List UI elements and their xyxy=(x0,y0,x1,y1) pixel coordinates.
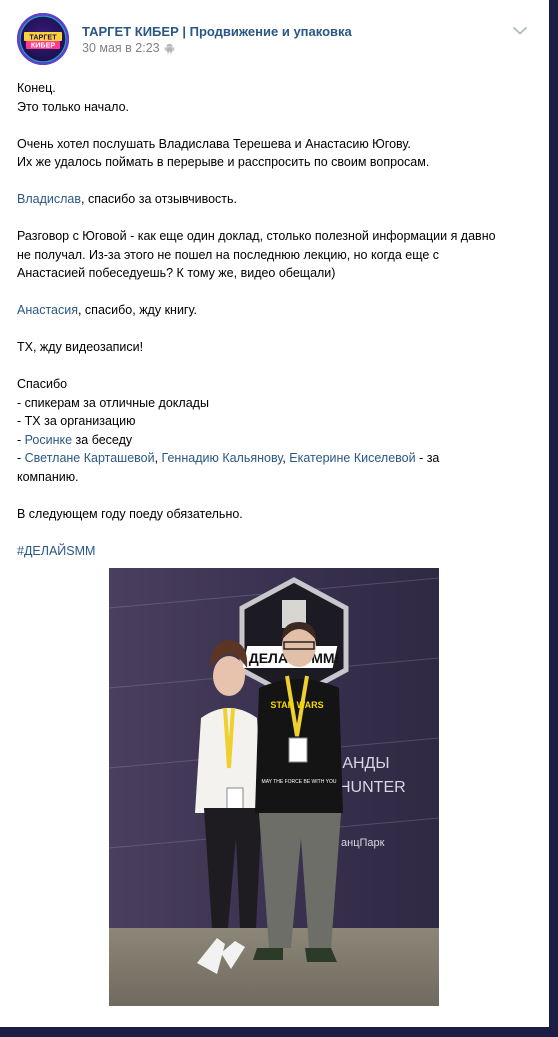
shirt-logo: STAR WARS xyxy=(270,700,323,710)
post-text: Конец. Это только начало. Очень хотел по… xyxy=(17,79,537,560)
post-photo[interactable]: ДЕЛАЙ SMM! МАНДЫ HUNTER анцПарк STAR WAR… xyxy=(109,568,439,1006)
thanks-item: - за xyxy=(415,451,440,465)
wall-text: HUNTER xyxy=(339,779,406,796)
thanks-paragraph: Спасибо - спикерам за отличные доклады -… xyxy=(17,375,537,486)
text-line: Разговор с Юговой - как еще один доклад,… xyxy=(17,229,496,243)
mention-link[interactable]: Екатерине Киселевой xyxy=(289,451,415,465)
paragraph-5: Анастасия, спасибо, жду книгу. xyxy=(17,301,537,320)
chevron-down-icon[interactable] xyxy=(512,25,528,37)
page-frame xyxy=(549,0,558,1037)
paragraph-3: Владислав, спасибо за отзывчивость. xyxy=(17,190,537,209)
thanks-title: Спасибо xyxy=(17,377,68,391)
hashtag-link[interactable]: #ДЕЛАЙSMM xyxy=(17,544,95,558)
thanks-item: за беседу xyxy=(72,432,133,447)
text-line: В следующем году поеду обязательно. xyxy=(17,506,243,521)
paragraph-2: Очень хотел послушать Владислава Терешев… xyxy=(17,135,537,172)
hashtag-paragraph: #ДЕЛАЙSMM xyxy=(17,542,537,561)
thanks-item: компанию. xyxy=(17,469,79,484)
text-line: Это только начало. xyxy=(17,99,129,114)
avatar-line-2: КИБЕР xyxy=(31,41,56,50)
paragraph-8: В следующем году поеду обязательно. xyxy=(17,505,537,524)
community-avatar[interactable]: ТАРГЕТ КИБЕР xyxy=(17,13,69,65)
paragraph-1: Конец. Это только начало. xyxy=(17,79,537,116)
text-line: , спасибо, жду книгу. xyxy=(77,303,197,317)
text-line: не получал. Из-за этого не пошел на посл… xyxy=(17,247,440,262)
android-icon xyxy=(164,43,175,54)
post-date[interactable]: 30 мая в 2:23 xyxy=(82,41,160,55)
mention-link[interactable]: Росинке xyxy=(25,433,72,447)
text-line: , спасибо за отзывчивость. xyxy=(81,192,237,206)
text-line: Анастасией побеседуешь? К тому же, видео… xyxy=(17,266,336,280)
text-line: Конец. xyxy=(17,81,56,95)
post-card: ТАРГЕТ КИБЕР ТАРГЕТ КИБЕР | Продвижение … xyxy=(0,0,549,1027)
paragraph-6: ТХ, жду видеозаписи! xyxy=(17,338,537,357)
thanks-item: - спикерам за отличные доклады xyxy=(17,395,209,410)
thanks-item-prefix: - xyxy=(17,451,25,465)
text-line: ТХ, жду видеозаписи! xyxy=(17,340,144,354)
text-line: Их же удалось поймать в перерыве и рассп… xyxy=(17,155,430,169)
text-line: Очень хотел послушать Владислава Терешев… xyxy=(17,136,411,151)
separator: , xyxy=(154,451,162,465)
thanks-item: - ТХ за организацию xyxy=(17,414,136,428)
mention-link[interactable]: Анастасия xyxy=(17,303,78,317)
wall-text: анцПарк xyxy=(341,837,385,849)
mention-link[interactable]: Владислав xyxy=(17,192,81,206)
shirt-text: MAY THE FORCE BE WITH YOU xyxy=(262,779,337,785)
thanks-item-prefix: - xyxy=(17,432,25,447)
mention-link[interactable]: Геннадию Кальянову xyxy=(162,451,283,465)
paragraph-4: Разговор с Юговой - как еще один доклад,… xyxy=(17,227,537,283)
mention-link[interactable]: Светлане Карташевой xyxy=(25,451,155,465)
author-name[interactable]: ТАРГЕТ КИБЕР | Продвижение и упаковка xyxy=(82,24,352,39)
